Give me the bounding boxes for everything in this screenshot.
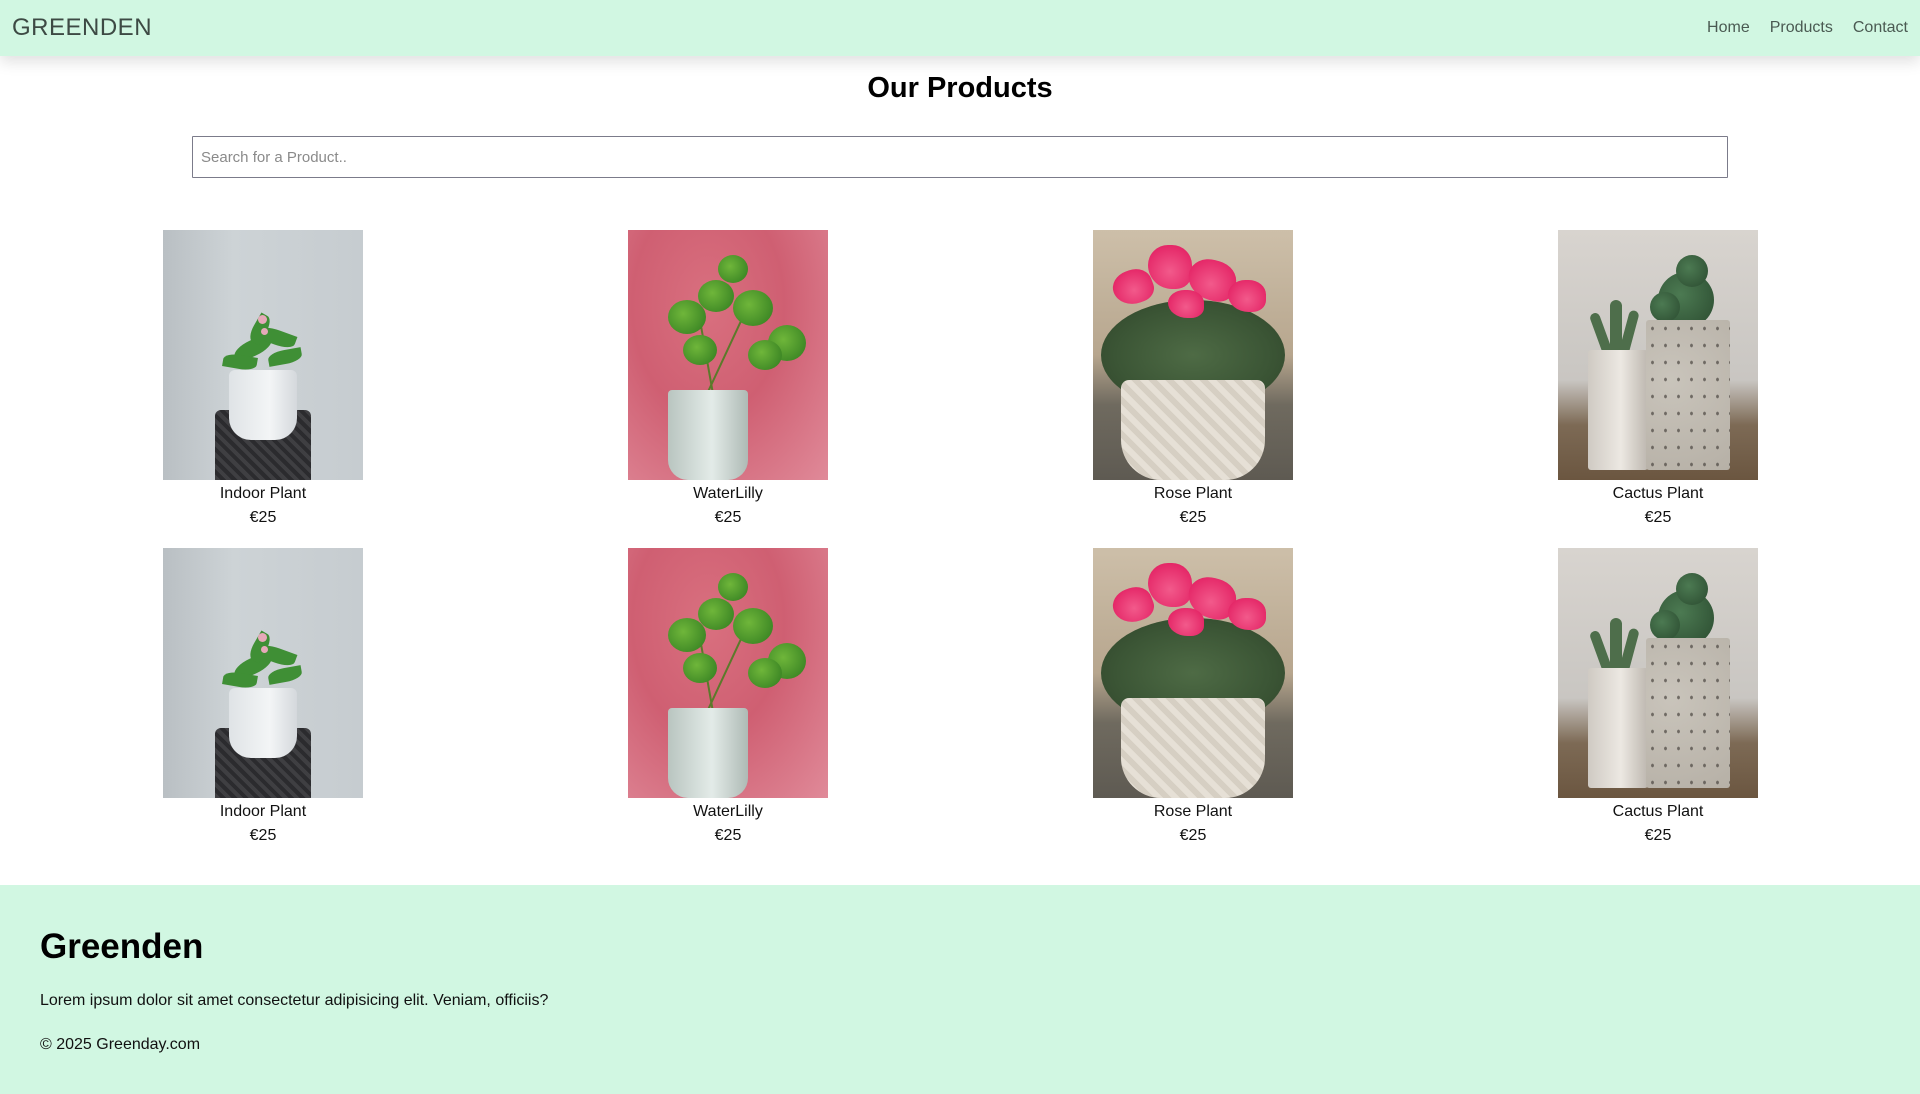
product-row: Indoor Plant €25 WaterLilly €25 Rose Pla…	[0, 548, 1920, 848]
navbar: GREENDEN Home Products Contact	[0, 0, 1920, 56]
product-price: €25	[714, 827, 742, 844]
product-card[interactable]: Rose Plant €25	[1093, 230, 1293, 529]
product-row: Indoor Plant €25 WaterLilly €25 Rose Pla…	[0, 230, 1920, 530]
product-price: €25	[714, 509, 742, 526]
nav-links: Home Products Contact	[1707, 19, 1908, 37]
nav-link-contact[interactable]: Contact	[1853, 19, 1908, 37]
product-card[interactable]: Indoor Plant €25	[163, 548, 363, 847]
footer-copyright: © 2025 Greenday.com	[40, 1036, 201, 1053]
page-title: Our Products	[867, 72, 1053, 104]
product-card[interactable]: WaterLilly €25	[628, 548, 828, 847]
product-image-waterlilly[interactable]	[628, 230, 828, 480]
footer-title: Greenden	[40, 927, 204, 966]
nav-link-products[interactable]: Products	[1770, 19, 1833, 37]
product-price: €25	[1644, 827, 1672, 844]
product-card[interactable]: WaterLilly €25	[628, 230, 828, 529]
search-input[interactable]	[192, 136, 1728, 178]
product-image-cactus-plant[interactable]	[1558, 230, 1758, 480]
product-name: Cactus Plant	[1612, 485, 1704, 502]
nav-link-home[interactable]: Home	[1707, 19, 1750, 37]
product-name: Rose Plant	[1153, 803, 1233, 820]
product-card[interactable]: Cactus Plant €25	[1558, 548, 1758, 847]
product-price: €25	[249, 827, 277, 844]
product-name: Rose Plant	[1153, 485, 1233, 502]
product-name: WaterLilly	[693, 803, 763, 820]
brand-logo[interactable]: GREENDEN	[12, 14, 152, 42]
product-name: WaterLilly	[693, 485, 763, 502]
product-card[interactable]: Cactus Plant €25	[1558, 230, 1758, 529]
product-image-rose-plant[interactable]	[1093, 548, 1293, 798]
product-price: €25	[1644, 509, 1672, 526]
product-card[interactable]: Rose Plant €25	[1093, 548, 1293, 847]
product-name: Cactus Plant	[1612, 803, 1704, 820]
product-image-rose-plant[interactable]	[1093, 230, 1293, 480]
product-card[interactable]: Indoor Plant €25	[163, 230, 363, 529]
product-image-indoor-plant[interactable]	[163, 230, 363, 480]
footer-text: Lorem ipsum dolor sit amet consectetur a…	[40, 992, 549, 1009]
product-image-waterlilly[interactable]	[628, 548, 828, 798]
product-image-cactus-plant[interactable]	[1558, 548, 1758, 798]
product-price: €25	[249, 509, 277, 526]
product-name: Indoor Plant	[219, 485, 307, 502]
product-image-indoor-plant[interactable]	[163, 548, 363, 798]
footer: Greenden Lorem ipsum dolor sit amet cons…	[0, 885, 1920, 1094]
product-name: Indoor Plant	[219, 803, 307, 820]
product-price: €25	[1179, 509, 1207, 526]
product-price: €25	[1179, 827, 1207, 844]
